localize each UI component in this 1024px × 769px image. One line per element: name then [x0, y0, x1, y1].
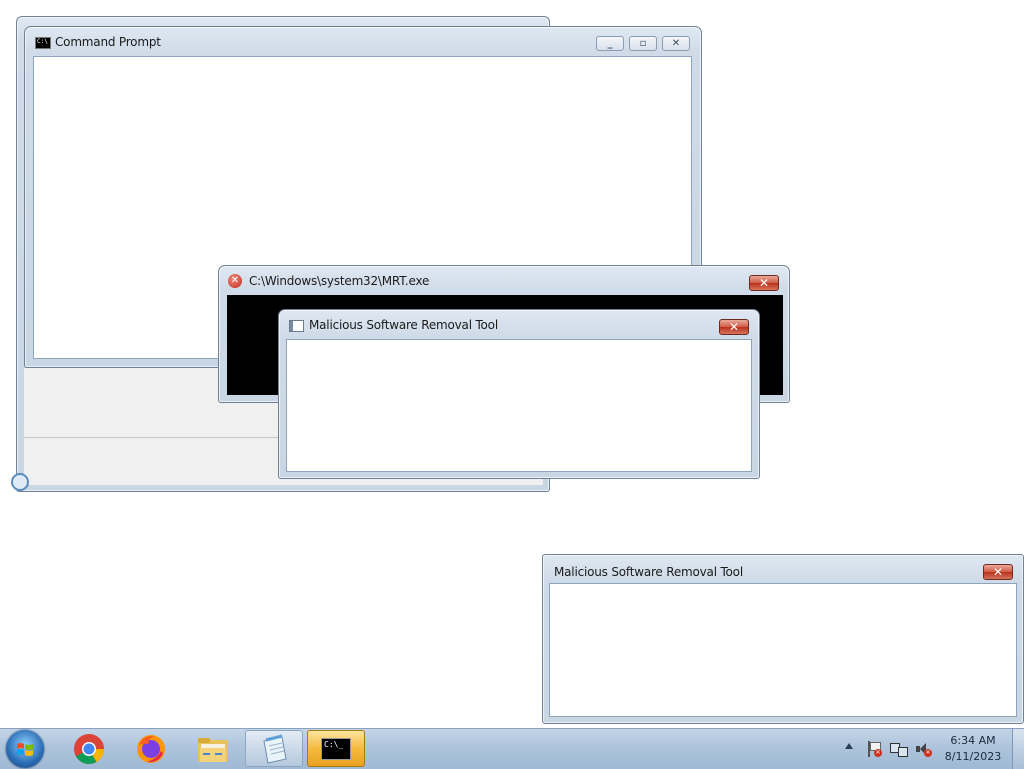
- mrt-dialog-close-button[interactable]: ✕: [719, 319, 749, 335]
- clock-date[interactable]: 8/11/2023: [938, 750, 1008, 763]
- mrt-dialog-2-titlebar[interactable]: Malicious Software Removal Tool ✕: [543, 555, 1023, 583]
- restore-icon: ▫: [639, 38, 647, 49]
- mrt-dialog-titlebar[interactable]: Malicious Software Removal Tool ✕: [279, 310, 759, 338]
- taskbar-chrome[interactable]: [60, 730, 118, 767]
- app-window-icon: [289, 320, 304, 332]
- taskbar-command-prompt[interactable]: C:\_: [307, 730, 365, 767]
- volume-muted-icon[interactable]: ✕: [915, 741, 933, 757]
- show-desktop-button[interactable]: [1012, 729, 1024, 769]
- mrt-dialog-2-title: Malicious Software Removal Tool: [554, 565, 743, 579]
- chrome-icon: [74, 734, 105, 765]
- taskbar-notepad[interactable]: [245, 730, 303, 767]
- cmd-icon: C:\: [35, 37, 51, 49]
- mrt-dialog-window[interactable]: Malicious Software Removal Tool ✕: [278, 309, 760, 479]
- show-hidden-icons-arrow-icon[interactable]: [845, 743, 853, 749]
- taskbar: C:\_ ✕ ✕ 6:34 AM 8/11/2023: [0, 728, 1024, 769]
- close-icon: ✕: [671, 38, 681, 49]
- close-icon: ✕: [758, 276, 770, 290]
- start-button[interactable]: [6, 730, 44, 768]
- taskbar-file-explorer[interactable]: [183, 730, 241, 767]
- close-icon: ✕: [728, 320, 740, 334]
- mrt-dialog-2-content: [549, 583, 1017, 717]
- taskbar-firefox[interactable]: [121, 730, 179, 767]
- command-prompt-titlebar[interactable]: C:\ Command Prompt _ ▫ ✕: [25, 27, 701, 55]
- mrt-console-close-button[interactable]: ✕: [749, 275, 779, 291]
- mrt-dialog-2-close-button[interactable]: ✕: [983, 564, 1013, 580]
- mrt-dialog-content: [286, 339, 752, 472]
- minimize-button[interactable]: _: [596, 36, 624, 51]
- windows-logo-icon: [17, 743, 33, 756]
- mrt-dialog-window-2[interactable]: Malicious Software Removal Tool ✕: [542, 554, 1024, 724]
- mrt-console-titlebar[interactable]: ✕ C:\Windows\system32\MRT.exe ✕: [219, 266, 789, 294]
- mrt-dialog-title: Malicious Software Removal Tool: [309, 318, 498, 332]
- cmd-icon: C:\_: [321, 738, 351, 760]
- close-button[interactable]: ✕: [662, 36, 690, 51]
- busy-cursor-icon: [11, 473, 29, 491]
- notepad-icon: [263, 734, 287, 764]
- folder-icon: [198, 738, 228, 762]
- mrt-console-title: C:\Windows\system32\MRT.exe: [249, 274, 430, 288]
- command-prompt-title: Command Prompt: [55, 35, 161, 49]
- error-icon: ✕: [228, 274, 242, 288]
- minimize-icon: _: [607, 38, 613, 49]
- network-icon[interactable]: [890, 741, 908, 757]
- clock-time[interactable]: 6:34 AM: [938, 734, 1008, 747]
- restore-button[interactable]: ▫: [629, 36, 657, 51]
- action-center-flag-icon[interactable]: ✕: [866, 741, 882, 757]
- close-icon: ✕: [992, 565, 1004, 579]
- firefox-icon: [137, 735, 165, 763]
